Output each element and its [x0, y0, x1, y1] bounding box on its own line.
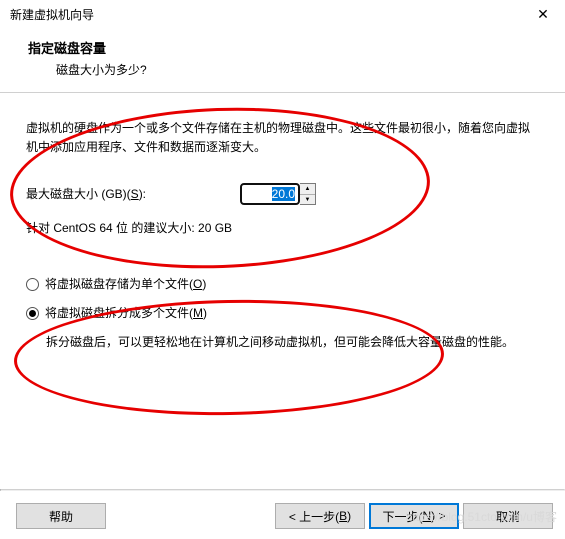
max-size-spinner: ▲ ▼ [240, 183, 316, 205]
radio-single-file[interactable]: 将虚拟磁盘存储为单个文件(O) [26, 275, 539, 294]
window-title: 新建虚拟机向导 [10, 6, 94, 23]
max-size-label: 最大磁盘大小 (GB)(S): [26, 185, 240, 204]
cancel-button[interactable]: 取消 [463, 503, 553, 529]
titlebar: 新建虚拟机向导 ✕ [0, 0, 565, 28]
page-title: 指定磁盘容量 [28, 38, 537, 57]
help-button[interactable]: 帮助 [16, 503, 106, 529]
radio-single-label: 将虚拟磁盘存储为单个文件(O) [45, 275, 206, 294]
button-bar: 帮助 < 上一步(B) 下一步(N) > 取消 [0, 503, 565, 529]
next-button[interactable]: 下一步(N) > [369, 503, 459, 529]
wizard-content: 虚拟机的硬盘作为一个或多个文件存储在主机的物理磁盘中。这些文件最初很小，随着您向… [0, 93, 565, 382]
spin-up-icon[interactable]: ▲ [300, 184, 315, 195]
wizard-header: 指定磁盘容量 磁盘大小为多少? [0, 28, 565, 93]
max-size-input[interactable] [240, 183, 300, 205]
radio-icon [26, 278, 39, 291]
back-button[interactable]: < 上一步(B) [275, 503, 365, 529]
footer-divider [0, 489, 565, 491]
max-size-row: 最大磁盘大小 (GB)(S): ▲ ▼ [26, 183, 539, 205]
recommended-size-label: 针对 CentOS 64 位 的建议大小: 20 GB [26, 219, 539, 238]
close-icon[interactable]: ✕ [529, 0, 557, 28]
spin-down-icon[interactable]: ▼ [300, 195, 315, 205]
radio-split-label: 将虚拟磁盘拆分成多个文件(M) [45, 304, 207, 323]
radio-split-files[interactable]: 将虚拟磁盘拆分成多个文件(M) [26, 304, 539, 323]
split-note: 拆分磁盘后，可以更轻松地在计算机之间移动虚拟机，但可能会降低大容量磁盘的性能。 [26, 333, 539, 352]
disk-description: 虚拟机的硬盘作为一个或多个文件存储在主机的物理磁盘中。这些文件最初很小，随着您向… [26, 119, 539, 157]
page-subtitle: 磁盘大小为多少? [28, 57, 537, 78]
store-mode-group: 将虚拟磁盘存储为单个文件(O) 将虚拟磁盘拆分成多个文件(M) 拆分磁盘后，可以… [26, 275, 539, 353]
radio-icon [26, 307, 39, 320]
